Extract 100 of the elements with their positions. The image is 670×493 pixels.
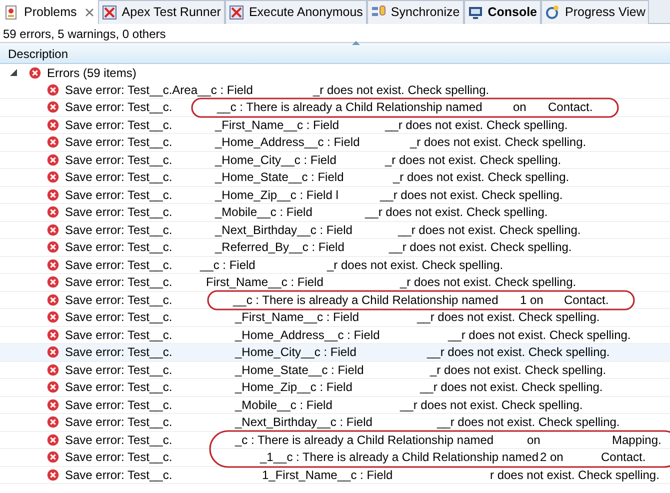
error-row[interactable]: Save error: Test__c. _Mobile__c : Field __r does not exist. Check spelling. xyxy=(0,396,670,414)
error-icon xyxy=(47,154,59,166)
error-row[interactable]: Save error: Test__c. _Home_State__c : Field _r does not exist. Check spelling. xyxy=(0,362,670,379)
error-icon xyxy=(47,364,59,376)
error-message-part: _Referred_By__c : Field xyxy=(215,239,346,256)
error-message-part: _r does not exist. Check spelling. xyxy=(430,362,606,378)
view-tab[interactable]: Console xyxy=(464,0,542,24)
error-source: Save error: Test__c. xyxy=(65,466,174,483)
error-row[interactable]: Save error: Test__c. 1_First_Name__c : Field r does not exist. Check spelling. xyxy=(0,466,670,484)
error-row[interactable]: Save error: Test__c. __c : There is already a Child Relationship named on Contact. xyxy=(0,99,670,116)
error-icon xyxy=(47,294,59,306)
error-message-part: _Next_Birthday__c : Field xyxy=(235,414,374,430)
error-row[interactable]: Save error: Test__c. _Home_Address__c : Field _r does not exist. Check spelling. xyxy=(0,134,670,152)
error-message-part: _r does not exist. Check spelling. xyxy=(410,134,586,150)
error-source: Save error: Test__c. xyxy=(65,186,174,203)
error-source: Save error: Test__c. xyxy=(65,169,174,186)
error-message-part: __r does not exist. Check spelling. xyxy=(448,326,631,343)
error-source: Save error: Test__c. xyxy=(65,414,174,430)
error-source: Save error: Test__c.Area__c : Field xyxy=(65,82,254,98)
console-icon xyxy=(468,5,483,20)
error-row[interactable]: Save error: Test__c. _Next_Birthday__c : Field __r does not exist. Check spelling. xyxy=(0,414,670,432)
view-tab[interactable]: Apex Test Runner xyxy=(98,0,225,24)
error-row[interactable]: Save error: Test__c. _1__c : There is already a Child Relationship named 2 on Contact. xyxy=(0,449,670,466)
error-message-part: _c : There is already a Child Relationship named xyxy=(235,432,495,448)
error-message-part: __r does not exist. Check spelling. xyxy=(380,186,563,203)
error-row[interactable]: Save error: Test__c. __c : There is already a Child Relationship named 1 on Contact. xyxy=(0,292,670,309)
error-icon xyxy=(47,398,59,410)
error-message-part: _Home_Address__c : Field xyxy=(215,134,361,150)
error-icon xyxy=(47,171,59,183)
error-source: Save error: Test__c. xyxy=(65,449,174,466)
error-message-part: _1__c : There is already a Child Relationship named xyxy=(260,449,540,466)
error-source: Save error: Test__c. xyxy=(65,99,174,116)
close-icon[interactable] xyxy=(84,8,94,17)
view-tab[interactable]: Progress View xyxy=(541,0,650,24)
error-source: Save error: Test__c. xyxy=(65,134,174,150)
error-icon xyxy=(47,416,59,428)
error-message-part: First_Name__c : Field xyxy=(206,274,324,290)
error-message-part: _r does not exist. Check spelling. xyxy=(393,169,570,186)
error-message-part: _Home_Zip__c : Field xyxy=(235,379,354,396)
error-row[interactable]: Save error: Test__c. _Home_City__c : Field _r does not exist. Check spelling. xyxy=(0,152,670,169)
error-icon xyxy=(29,66,41,79)
view-tab[interactable]: Problems xyxy=(0,0,98,24)
apex-icon xyxy=(228,5,244,20)
error-message-part: _Home_City__c : Field xyxy=(215,152,338,168)
error-message-part: __r does not exist. Check spelling. xyxy=(385,116,568,133)
view-tab[interactable]: Synchronize xyxy=(366,0,464,24)
expanded-arrow-icon[interactable] xyxy=(10,69,17,76)
error-icon xyxy=(47,381,59,393)
error-message-part: __r does not exist. Check spelling. xyxy=(389,239,572,256)
error-source: Save error: Test__c. xyxy=(65,116,174,133)
error-row[interactable]: Save error: Test__c. _Home_Zip__c : Field __r does not exist. Check spelling. xyxy=(0,379,670,396)
error-row[interactable]: Save error: Test__c. _Next_Birthday__c : Field __r does not exist. Check spelling. xyxy=(0,222,670,239)
error-source: Save error: Test__c. xyxy=(65,152,174,168)
error-message-part: _Home_Address__c : Field xyxy=(235,326,381,343)
error-message-part: _r does not exist. Check spelling. xyxy=(400,274,576,290)
apex-icon xyxy=(102,5,117,20)
error-message-part: _Next_Birthday__c : Field xyxy=(215,222,354,238)
error-source: Save error: Test__c. xyxy=(65,362,174,378)
error-message-part: __r does not exist. Check spelling. xyxy=(420,379,603,396)
error-icon xyxy=(47,188,59,200)
error-source: Save error: Test__c. xyxy=(65,222,174,238)
error-message-part: __r does not exist. Check spelling. xyxy=(437,414,620,430)
error-row[interactable]: Save error: Test__c. _Mobile__c : Field __r does not exist. Check spelling. xyxy=(0,204,670,222)
error-message-part: _r does not exist. Check spelling. xyxy=(313,82,490,98)
sort-icon xyxy=(352,40,360,45)
error-row[interactable]: Save error: Test__c. First_Name__c : Field _r does not exist. Check spelling. xyxy=(0,274,670,292)
error-row[interactable]: Save error: Test__c. __c : Field _r does not exist. Check spelling. xyxy=(0,256,670,274)
progress-icon xyxy=(545,5,560,20)
error-message-part: __c : There is already a Child Relationship named xyxy=(233,292,500,308)
error-group-label[interactable]: Errors (59 items) xyxy=(47,64,136,82)
error-message-part: Contact. xyxy=(548,99,593,116)
error-message-part: __r does not exist. Check spelling. xyxy=(400,396,583,413)
error-source: Save error: Test__c. xyxy=(65,204,174,220)
error-message-part: on xyxy=(527,432,542,448)
view-tab[interactable]: Execute Anonymous xyxy=(224,0,367,24)
error-row[interactable]: Save error: Test__c. _Home_City__c : Field __r does not exist. Check spelling. xyxy=(0,344,670,362)
error-source: Save error: Test__c. xyxy=(65,309,174,326)
error-row[interactable]: Save error: Test__c. _c : There is already a Child Relationship named on Mapping. xyxy=(0,432,670,449)
error-icon xyxy=(47,468,59,480)
error-row[interactable]: Save error: Test__c. _Referred_By__c : Field __r does not exist. Check spelling. xyxy=(0,239,670,256)
error-source: Save error: Test__c. xyxy=(65,274,174,290)
error-icon xyxy=(47,258,59,270)
error-icon xyxy=(47,451,59,463)
problem-summary: 59 errors, 5 warnings, 0 others xyxy=(2,26,167,42)
error-icon xyxy=(47,434,59,446)
error-row[interactable]: Save error: Test__c. _First_Name__c : Field __r does not exist. Check spelling. xyxy=(0,309,670,326)
error-message-part: Contact. xyxy=(601,449,646,466)
error-row[interactable]: Save error: Test__c. _Home_State__c : Field _r does not exist. Check spelling. xyxy=(0,169,670,186)
error-message-part: _r does not exist. Check spelling. xyxy=(327,256,504,273)
error-message-part: _r does not exist. Check spelling. xyxy=(385,152,562,168)
description-column-header[interactable]: Description xyxy=(0,42,670,64)
error-icon xyxy=(47,136,59,148)
error-source: Save error: Test__c. xyxy=(65,256,174,273)
error-message-part: __c : Field xyxy=(200,256,256,273)
error-source: Save error: Test__c. xyxy=(65,239,174,256)
error-row[interactable]: Save error: Test__c.Area__c : Field _r does not exist. Check spelling. xyxy=(0,82,670,99)
error-row[interactable]: Save error: Test__c. _First_Name__c : Field __r does not exist. Check spelling. xyxy=(0,116,670,134)
error-message-part: on xyxy=(513,99,528,116)
error-row[interactable]: Save error: Test__c. _Home_Zip__c : Field l __r does not exist. Check spelling. xyxy=(0,186,670,204)
error-source: Save error: Test__c. xyxy=(65,396,174,413)
